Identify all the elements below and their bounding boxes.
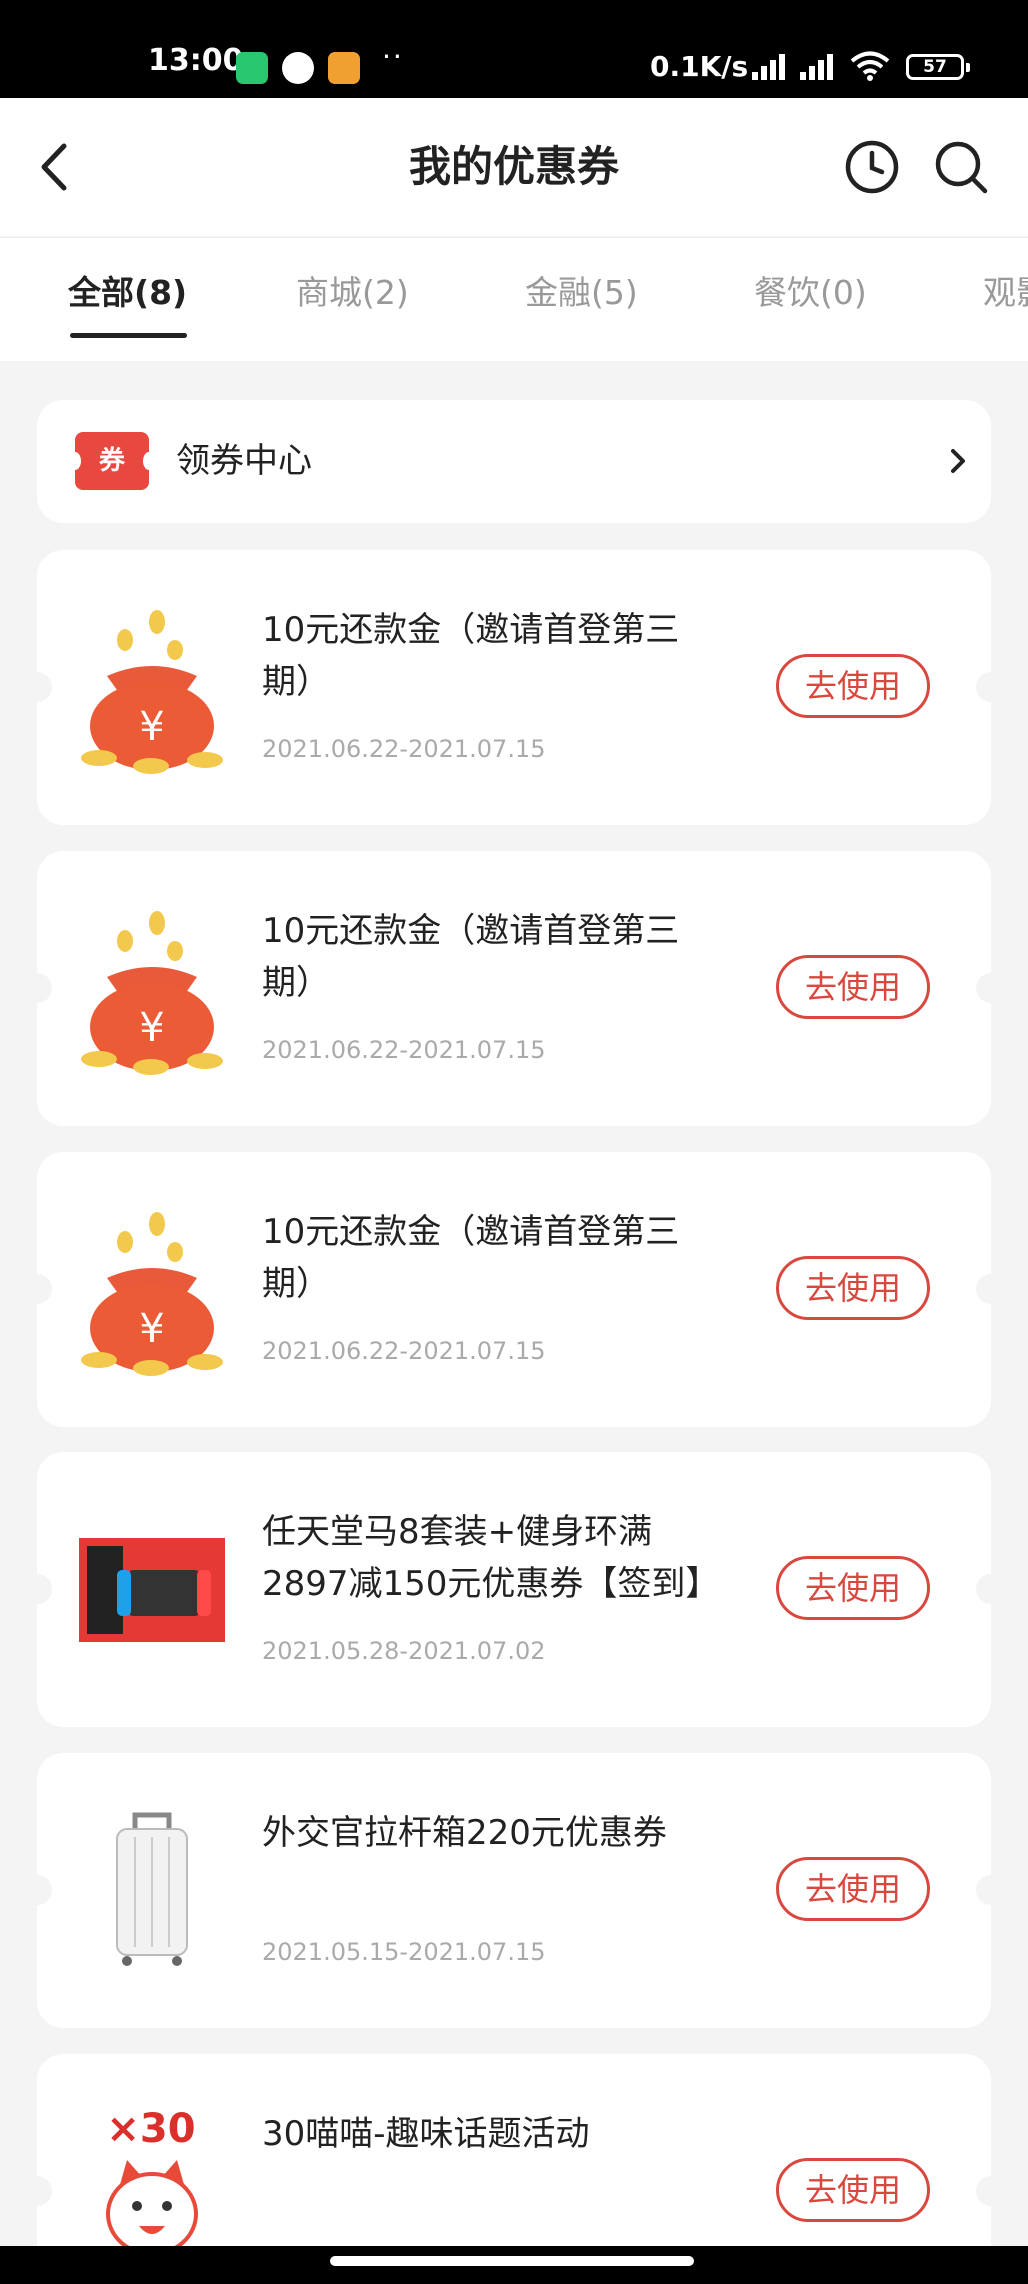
money-bag-icon: ¥ (81, 1212, 223, 1376)
penguin-app-icon (282, 52, 314, 84)
signal-icon (800, 50, 833, 80)
coupon-badge-icon: 券 (69, 432, 155, 490)
coupon-name: 外交官拉杆箱220元优惠券 (262, 1813, 667, 1853)
coupon-date: 2021.06.22-2021.07.15 (262, 735, 546, 763)
use-coupon-button[interactable]: 去使用 (776, 2158, 930, 2222)
active-tab-indicator (70, 333, 187, 338)
home-indicator[interactable] (330, 2256, 694, 2266)
network-speed: 0.1K/s (650, 50, 749, 83)
tab-all[interactable]: 全部(8) (68, 268, 187, 318)
tab-finance[interactable]: 金融(5) (525, 268, 638, 318)
tab-movies[interactable]: 观影 (983, 268, 1028, 318)
category-tabs: 全部(8) 商城(2) 金融(5) 餐饮(0) 观影 (0, 237, 1028, 361)
money-bag-icon: ¥ (81, 610, 223, 774)
chevron-right-icon (951, 449, 965, 473)
tab-dining[interactable]: 餐饮(0) (754, 268, 867, 318)
suitcase-icon (116, 1812, 188, 1966)
coupon-card: ¥ 10元还款金（邀请首登第三期） 2021.06.22-2021.07.15 … (22, 851, 1006, 1126)
header: 我的优惠券 (0, 98, 1028, 236)
status-time: 13:00 (148, 43, 244, 78)
signal-hd-icon (752, 50, 785, 80)
svg-text:¥: ¥ (139, 1306, 164, 1352)
use-coupon-button[interactable]: 去使用 (776, 1256, 930, 1320)
money-bag-icon: ¥ (81, 911, 223, 1075)
use-coupon-button[interactable]: 去使用 (776, 1857, 930, 1921)
coupon-name: 任天堂马8套装+健身环满2897减150元优惠券【签到】 (262, 1512, 720, 1604)
shield-app-icon (236, 52, 268, 84)
cat-count-badge: ×30 (106, 2106, 195, 2152)
tab-mall[interactable]: 商城(2) (296, 268, 409, 318)
coupon-date: 2021.06.22-2021.07.15 (262, 1337, 546, 1365)
wifi-icon (850, 51, 890, 81)
status-bar: 13:00 ·· 0.1K/s 57 (0, 0, 1028, 98)
battery-icon: 57 (906, 54, 970, 80)
coupon-name: 30喵喵-趣味话题活动 (262, 2114, 590, 2154)
coupon-date: 2021.06.22-2021.07.15 (262, 1036, 546, 1064)
coupon-date: 2021.05.15-2021.07.15 (262, 1938, 546, 1966)
use-coupon-button[interactable]: 去使用 (776, 654, 930, 718)
coupon-card: 外交官拉杆箱220元优惠券 2021.05.15-2021.07.15 去使用 (22, 1753, 1006, 2028)
search-button[interactable] (932, 138, 990, 196)
svg-text:¥: ¥ (139, 704, 164, 750)
coupon-name: 10元还款金（邀请首登第三期） (262, 610, 680, 702)
coupon-center-link[interactable]: 券 领券中心 (37, 400, 991, 523)
svg-text:¥: ¥ (139, 1005, 164, 1051)
note-app-icon (328, 52, 360, 84)
history-button[interactable] (843, 138, 901, 196)
coupon-name: 10元还款金（邀请首登第三期） (262, 911, 680, 1003)
game-console-icon (79, 1538, 225, 1642)
more-notifications-icon: ·· (382, 40, 404, 73)
use-coupon-button[interactable]: 去使用 (776, 955, 930, 1019)
coupon-center-label: 领券中心 (176, 441, 312, 481)
coupon-card: 任天堂马8套装+健身环满2897减150元优惠券【签到】 2021.05.28-… (22, 1452, 1006, 1727)
coupon-card: ¥ 10元还款金（邀请首登第三期） 2021.06.22-2021.07.15 … (22, 1152, 1006, 1427)
coupon-name: 10元还款金（邀请首登第三期） (262, 1212, 680, 1304)
coupon-card: ¥ 10元还款金（邀请首登第三期） 2021.06.22-2021.07.15 … (22, 550, 1006, 825)
use-coupon-button[interactable]: 去使用 (776, 1556, 930, 1620)
coupon-date: 2021.05.28-2021.07.02 (262, 1637, 546, 1665)
navigation-bar (0, 2246, 1028, 2284)
